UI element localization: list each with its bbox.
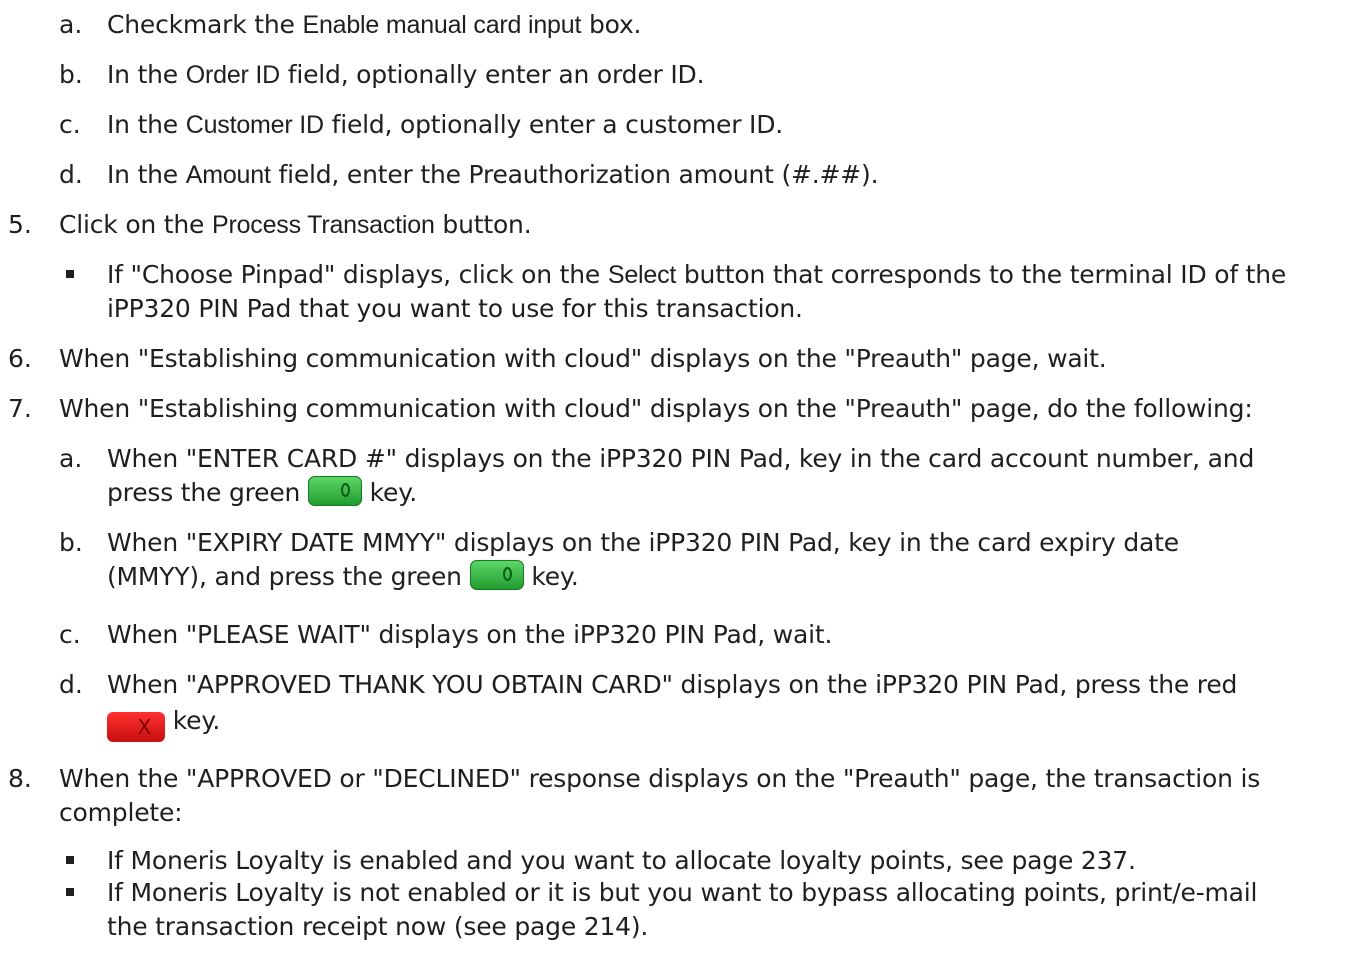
step-8-bullet2-line2: the transaction receipt now (see page 21… [107, 912, 649, 941]
ui-term: Amount [185, 161, 271, 189]
green-ok-key-icon [469, 560, 524, 590]
step-7b-line2: (MMYY), and press the green key. [107, 560, 579, 591]
step-4d-text: In the Amount field, enter the Preauthor… [107, 160, 879, 189]
step-7c-text: When "PLEASE WAIT" displays on the iPP32… [107, 620, 833, 649]
step-5-bullet-line2: iPP320 PIN Pad that you want to use for … [107, 294, 803, 323]
step-marker: c. [59, 620, 81, 649]
bullet-marker [66, 270, 74, 278]
step-7-text: When "Establishing communication with cl… [59, 394, 1253, 423]
step-8-line2: complete: [59, 798, 183, 827]
step-marker: c. [59, 110, 81, 139]
step-4a-text: Checkmark the Enable manual card input b… [107, 10, 642, 39]
step-marker: a. [59, 444, 83, 473]
bullet-marker [66, 856, 74, 864]
step-4c-text: In the Customer ID field, optionally ent… [107, 110, 783, 139]
step-marker: d. [59, 670, 83, 699]
step-7d-line1: When "APPROVED THANK YOU OBTAIN CARD" di… [107, 670, 1238, 699]
ui-term: Order ID [185, 61, 280, 89]
step-marker: d. [59, 160, 83, 189]
step-8-bullet2-line1: If Moneris Loyalty is not enabled or it … [107, 878, 1258, 907]
step-marker: 5. [8, 210, 32, 239]
ui-term: Select [607, 261, 677, 289]
step-7d-line2: X key. [107, 704, 220, 742]
green-ok-key-icon [307, 476, 362, 506]
step-7b-line1: When "EXPIRY DATE MMYY" displays on the … [107, 528, 1179, 557]
ui-term: Process Transaction [211, 211, 435, 239]
step-5-text: Click on the Process Transaction button. [59, 210, 532, 239]
step-8-bullet1-text: If Moneris Loyalty is enabled and you wa… [107, 846, 1136, 875]
step-8-line1: When the "APPROVED or "DECLINED" respons… [59, 764, 1261, 793]
step-marker: a. [59, 10, 83, 39]
red-cancel-key-icon: X [107, 712, 165, 742]
step-marker: 8. [8, 764, 32, 793]
bullet-marker [66, 888, 74, 896]
ui-term: Customer ID [185, 111, 324, 139]
step-6-text: When "Establishing communication with cl… [59, 344, 1107, 373]
step-marker: 7. [8, 394, 32, 423]
step-marker: b. [59, 528, 83, 557]
step-marker: b. [59, 60, 83, 89]
ui-term: Enable manual card input [302, 11, 582, 39]
step-marker: 6. [8, 344, 32, 373]
step-4b-text: In the Order ID field, optionally enter … [107, 60, 705, 89]
step-5-bullet-line1: If "Choose Pinpad" displays, click on th… [107, 260, 1287, 289]
step-7a-line1: When "ENTER CARD #" displays on the iPP3… [107, 444, 1255, 473]
step-7a-line2: press the green key. [107, 476, 417, 507]
